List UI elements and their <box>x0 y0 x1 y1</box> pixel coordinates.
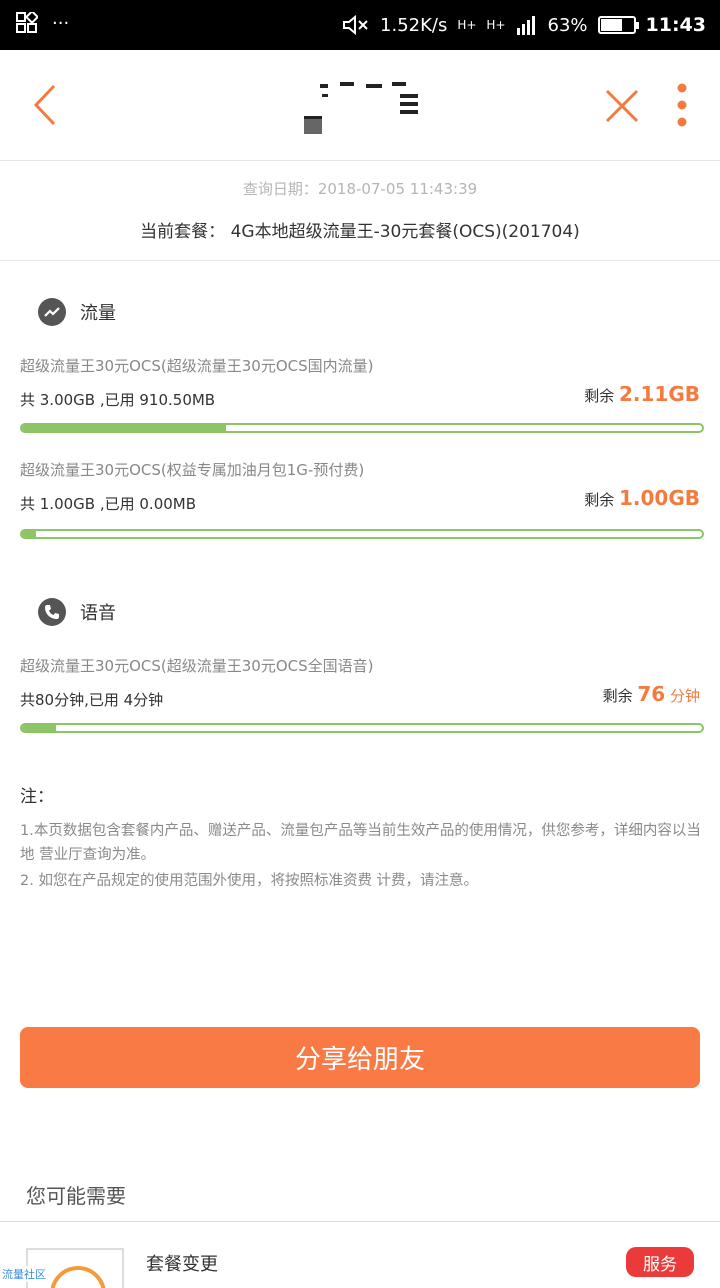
voice-item-1-usage: 共80分钟,已用 4分钟 <box>20 691 164 709</box>
recommend-item-title[interactable]: 套餐变更 <box>146 1250 218 1276</box>
signal-icon <box>516 16 535 35</box>
phone-icon <box>38 598 66 626</box>
close-icon <box>605 89 639 123</box>
clock: 11:43 <box>645 14 706 36</box>
voice-item-1-progress <box>20 723 704 733</box>
data-section-title: 流量 <box>38 298 116 326</box>
service-badge[interactable]: 服务 <box>626 1247 694 1277</box>
battery-icon <box>597 16 639 34</box>
note-line-1: 1.本页数据包含套餐内产品、赠送产品、流量包产品等当前生效产品的使用情况，供您参… <box>20 823 701 863</box>
status-bar: ··· 1.52K/s H+ H+ 63% 11:43 <box>0 0 720 50</box>
more-menu-button[interactable] <box>668 80 696 130</box>
remain-value: 2.11GB <box>618 382 700 406</box>
data-item-1-name: 超级流量王30元OCS(超级流量王30元OCS国内流量) <box>20 357 374 375</box>
data-item-2-progress <box>20 529 704 539</box>
note-line-2: 2. 如您在产品规定的使用范围外使用，将按照标准资费 计费，请注意。 <box>20 873 479 889</box>
battery-percent: 63% <box>547 14 588 36</box>
data-item-1-remain: 剩余 2.11GB <box>584 382 700 406</box>
remain-value: 76 <box>637 682 666 706</box>
apps-icon <box>16 12 38 33</box>
voice-section-label: 语音 <box>80 603 116 624</box>
remain-label: 剩余 <box>602 687 633 705</box>
page-title-redacted <box>300 80 430 138</box>
data-item-2-remain: 剩余 1.00GB <box>584 486 700 510</box>
network-type-1: H+ <box>457 18 477 32</box>
remain-label: 剩余 <box>584 387 615 405</box>
recommend-item[interactable] <box>0 1222 720 1288</box>
current-plan: 当前套餐： 4G本地超级流量王-30元套餐(OCS)(201704) <box>140 222 580 242</box>
remain-value: 1.00GB <box>618 486 700 510</box>
more-notifications-icon: ··· <box>52 12 70 34</box>
mute-icon <box>343 14 368 36</box>
voice-section-title: 语音 <box>38 598 116 626</box>
trend-icon <box>38 298 66 326</box>
network-speed: 1.52K/s <box>380 14 448 36</box>
query-date: 查询日期：2018-07-05 11:43:39 <box>242 180 478 198</box>
voice-item-1-remain: 剩余 76 分钟 <box>603 682 700 706</box>
network-type-2: H+ <box>486 18 506 32</box>
data-section-label: 流量 <box>80 303 116 324</box>
notes-title: 注： <box>20 787 54 807</box>
share-to-friends-button[interactable]: 分享给朋友 <box>20 1027 700 1088</box>
data-item-2-name: 超级流量王30元OCS(权益专属加油月包1G-预付费) <box>20 461 365 479</box>
remain-unit: 分钟 <box>669 687 700 705</box>
more-vertical-icon <box>677 83 687 127</box>
data-item-1-usage: 共 3.00GB ,已用 910.50MB <box>20 391 216 409</box>
remain-label: 剩余 <box>584 491 615 509</box>
close-button[interactable] <box>602 86 642 126</box>
voice-item-1-name: 超级流量王30元OCS(超级流量王30元OCS全国语音) <box>20 657 374 675</box>
data-item-2-usage: 共 1.00GB ,已用 0.00MB <box>20 495 197 513</box>
app-header <box>0 50 720 161</box>
back-button[interactable] <box>26 80 66 130</box>
data-item-1-progress <box>20 423 704 433</box>
chevron-left-icon <box>33 84 56 126</box>
plan-info: 查询日期：2018-07-05 11:43:39 当前套餐： 4G本地超级流量王… <box>0 160 720 261</box>
recommend-title: 您可能需要 <box>26 1184 126 1208</box>
